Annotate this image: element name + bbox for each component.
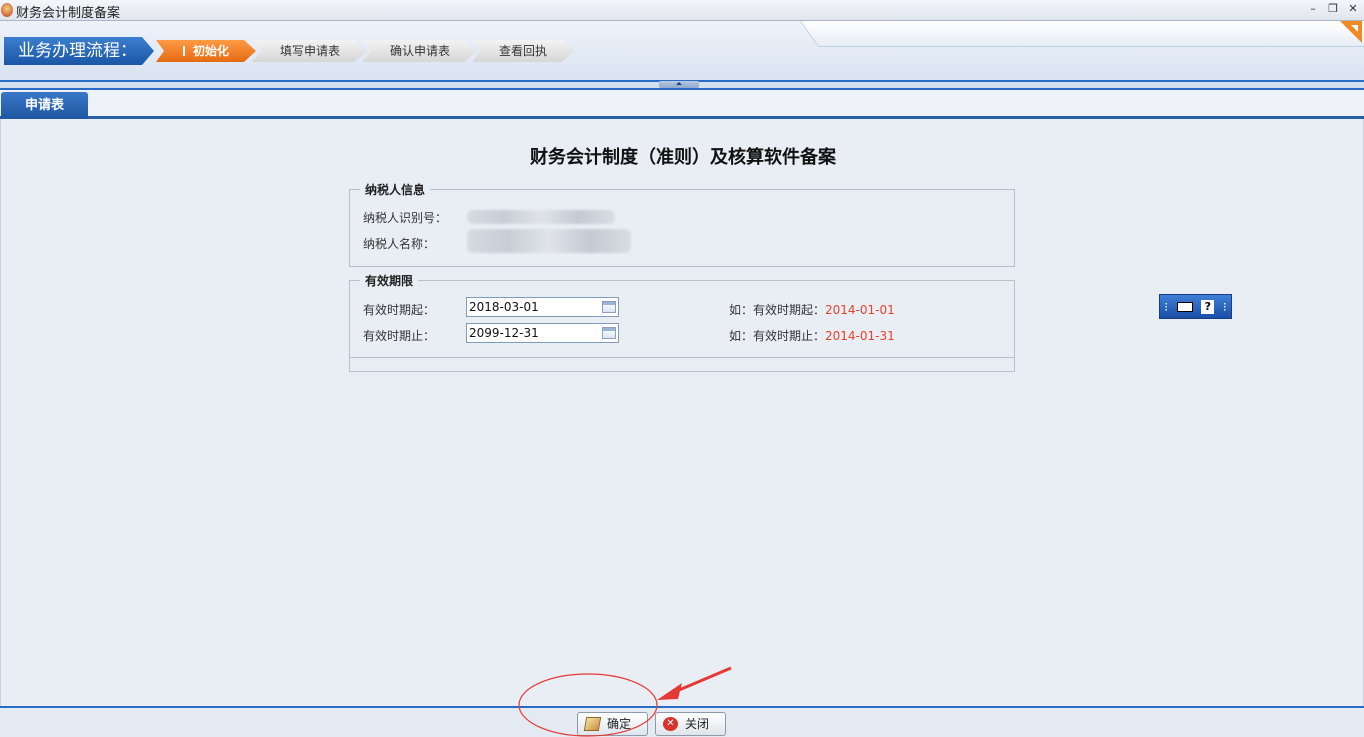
end-date-label: 有效时期止： [363,329,436,343]
calendar-icon[interactable] [602,327,616,339]
edit-pen-icon [583,717,602,731]
taxpayer-name-value-redacted [467,229,631,253]
window-titlebar: 财务会计制度备案 – ❐ ✕ [0,0,1364,21]
step-fill-form[interactable]: 填写申请表 [252,40,368,62]
footer-bar: 确定 ✕ 关闭 [0,706,1364,737]
start-date-value: 2018-03-01 [469,300,539,314]
start-date-field[interactable]: 2018-03-01 [466,297,619,317]
keyboard-icon[interactable] [1176,301,1193,312]
app-icon [1,3,13,17]
end-date-hint: 如：有效时期止：2014-01-31 [729,327,895,344]
taxpayer-id-label: 纳税人识别号： [363,211,448,225]
form-area: 财务会计制度（准则）及核算软件备案 纳税人信息 纳税人识别号： 纳税人名称： 有… [0,119,1364,706]
tab-application-form[interactable]: 申请表 [1,92,88,119]
window-controls: – ❐ ✕ [1306,1,1360,17]
process-header: 业务办理流程： 初始化 填写申请表 确认申请表 查看回执 [0,21,1364,80]
end-date-value: 2099-12-31 [469,326,539,340]
step-label: 填写申请表 [279,44,340,58]
confirm-button-label: 确定 [607,717,632,731]
validity-period-legend: 有效期限 [365,274,414,288]
minimize-icon[interactable]: – [1306,1,1320,17]
step-view-receipt[interactable]: 查看回执 [472,40,574,62]
input-method-toolbar[interactable]: ⁝ ? ⁝ [1159,294,1232,319]
close-button-label: 关闭 [685,717,710,731]
hint-example: 2014-01-31 [825,329,895,343]
tab-bar: 申请表 [0,90,1364,119]
options-icon[interactable]: ⁝ [1223,300,1227,314]
calendar-icon[interactable] [602,301,616,313]
drag-handle-icon[interactable]: ⁝ [1164,300,1168,314]
close-circle-icon: ✕ [663,717,678,731]
hint-prefix: 如：有效时期起： [729,303,826,317]
step-label: 确认申请表 [389,44,450,58]
taxpayer-info-legend: 纳税人信息 [365,183,426,197]
taxpayer-id-value-redacted [467,210,615,224]
step-confirm-form[interactable]: 确认申请表 [362,40,478,62]
start-date-hint: 如：有效时期起：2014-01-01 [729,301,895,318]
step-label: 查看回执 [498,44,547,58]
hint-example: 2014-01-01 [825,303,895,317]
confirm-button[interactable]: 确定 [577,712,648,736]
active-step-marker [182,46,185,56]
step-initialize[interactable]: 初始化 [156,40,256,62]
taxpayer-info-group: 纳税人信息 [349,181,1015,267]
form-bottom-strip [349,358,1015,372]
window-title: 财务会计制度备案 [16,6,121,21]
form-title: 财务会计制度（准则）及核算软件备案 [530,147,836,168]
help-icon[interactable]: ? [1201,299,1215,314]
restore-icon[interactable]: ❐ [1326,1,1340,17]
close-window-icon[interactable]: ✕ [1346,1,1360,17]
taxpayer-name-label: 纳税人名称： [363,237,436,251]
hint-prefix: 如：有效时期止： [729,329,826,343]
step-label: 初始化 [192,44,229,58]
end-date-field[interactable]: 2099-12-31 [466,323,619,343]
process-flow-label: 业务办理流程： [4,37,154,65]
close-button[interactable]: ✕ 关闭 [655,712,726,736]
collapse-header-handle[interactable] [659,81,699,88]
validity-period-group: 有效期限 [349,272,1015,358]
start-date-label: 有效时期起： [363,303,436,317]
corner-expand-icon[interactable] [1340,21,1362,43]
header-decoration [800,21,1364,47]
